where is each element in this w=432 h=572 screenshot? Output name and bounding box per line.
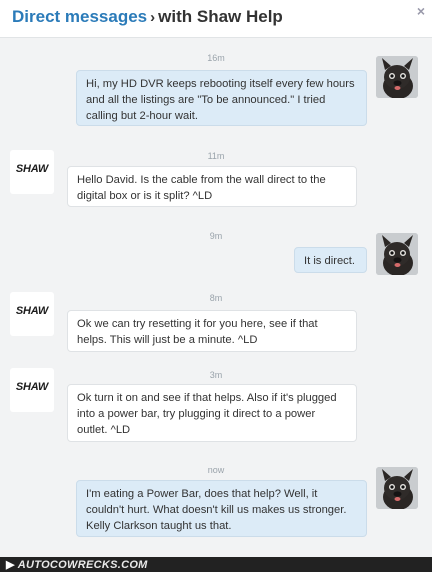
message-text: Ok we can try resetting it for you here,…: [77, 318, 318, 346]
direct-messages-link[interactable]: Direct messages: [12, 7, 147, 26]
page-title: Direct messages › with Shaw Help: [12, 7, 283, 27]
message-timestamp: 8m: [209, 293, 223, 303]
dm-header: Direct messages › with Shaw Help ×: [0, 0, 432, 38]
message-text: I'm eating a Power Bar, does that help? …: [86, 488, 347, 532]
message-text: Hello David. Is the cable from the wall …: [77, 174, 326, 202]
dog-avatar-icon: [376, 467, 418, 509]
shaw-avatar[interactable]: SHAW: [10, 292, 54, 336]
message-text: It is direct.: [304, 255, 355, 267]
user-avatar[interactable]: [376, 56, 418, 98]
watermark-text: AUTOCOWRECKS.COM: [17, 559, 148, 571]
shaw-logo-icon: SHAW: [15, 305, 49, 317]
message-timestamp: 11m: [207, 151, 225, 161]
watermark-bar: ▶ AUTOCOWRECKS.COM: [0, 557, 432, 572]
message-bubble-outgoing: It is direct.: [294, 247, 367, 273]
watermark-arrow-icon: ▶: [6, 559, 15, 571]
message-timestamp: 9m: [209, 231, 223, 241]
site-watermark: ▶ AUTOCOWRECKS.COM: [6, 558, 148, 571]
shaw-logo-icon: SHAW: [15, 381, 49, 393]
message-timestamp: now: [207, 465, 225, 475]
conversation-title: with Shaw Help: [158, 7, 283, 26]
message-text: Ok turn it on and see if that helps. Als…: [77, 392, 337, 436]
user-avatar[interactable]: [376, 467, 418, 509]
user-avatar[interactable]: [376, 233, 418, 275]
shaw-avatar[interactable]: SHAW: [10, 368, 54, 412]
message-bubble-outgoing: I'm eating a Power Bar, does that help? …: [76, 480, 367, 537]
message-timestamp: 16m: [207, 53, 225, 63]
message-bubble-incoming: Ok we can try resetting it for you here,…: [67, 310, 357, 352]
message-bubble-incoming: Ok turn it on and see if that helps. Als…: [67, 384, 357, 442]
close-icon[interactable]: ×: [414, 4, 428, 18]
shaw-avatar[interactable]: SHAW: [10, 150, 54, 194]
shaw-logo-icon: SHAW: [15, 163, 49, 175]
breadcrumb-separator: ›: [150, 9, 156, 26]
message-timestamp: 3m: [209, 370, 223, 380]
dog-avatar-icon: [376, 233, 418, 275]
message-list: 16m Hi, my HD DVR keeps rebooting itself…: [0, 39, 432, 557]
message-bubble-outgoing: Hi, my HD DVR keeps rebooting itself eve…: [76, 70, 367, 126]
message-bubble-incoming: Hello David. Is the cable from the wall …: [67, 166, 357, 207]
dog-avatar-icon: [376, 56, 418, 98]
message-text: Hi, my HD DVR keeps rebooting itself eve…: [86, 78, 355, 122]
